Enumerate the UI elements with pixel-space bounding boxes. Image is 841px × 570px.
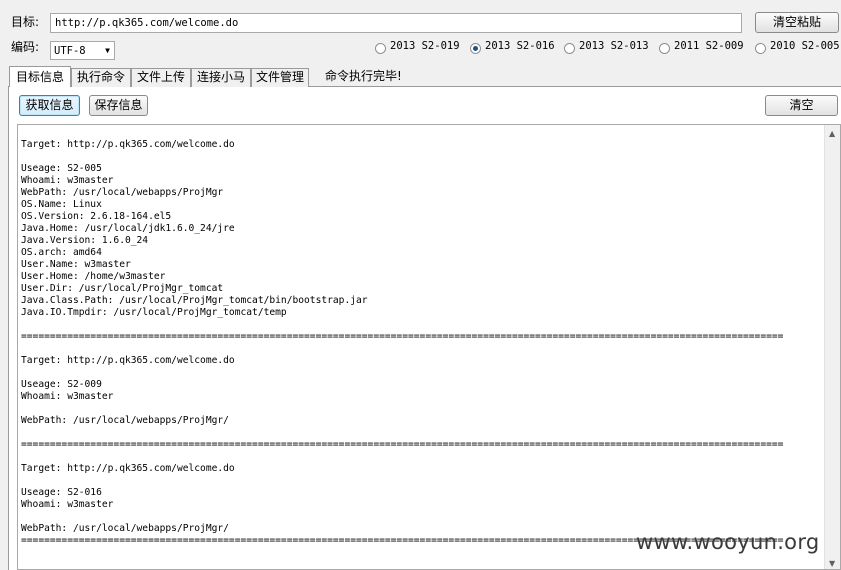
- radio-label: 2010 S2-005: [770, 40, 840, 52]
- get-info-button[interactable]: 获取信息: [19, 95, 80, 116]
- radio-indicator: [564, 43, 575, 54]
- output-line: User.Dir: /usr/local/ProjMgr_tomcat: [21, 283, 224, 294]
- radio-indicator: [755, 43, 766, 54]
- save-info-button[interactable]: 保存信息: [89, 95, 148, 116]
- output-line: Target: http://p.qk365.com/welcome.do: [21, 463, 235, 474]
- target-url-input[interactable]: http://p.qk365.com/welcome.do: [50, 13, 742, 33]
- scroll-up-arrow-icon[interactable]: ▲: [829, 129, 835, 138]
- output-line: OS.Version: 2.6.18-164.el5: [21, 211, 172, 222]
- status-text: 命令执行完毕!: [325, 69, 402, 83]
- encoding-select-value: UTF-8: [54, 45, 86, 57]
- output-line: Target: http://p.qk365.com/welcome.do: [21, 139, 235, 150]
- radio-indicator-checked: [470, 43, 481, 54]
- output-line: ========================================…: [21, 439, 784, 450]
- output-line: User.Name: w3master: [21, 259, 131, 270]
- target-label: 目标:: [11, 15, 40, 29]
- radio-indicator: [375, 43, 386, 54]
- tab-execute-command[interactable]: 执行命令: [71, 68, 131, 87]
- tab-file-manager[interactable]: 文件管理: [251, 68, 309, 87]
- output-line: Target: http://p.qk365.com/welcome.do: [21, 355, 235, 366]
- radio-label: 2013 S2-019: [390, 40, 460, 52]
- output-line: Whoami: w3master: [21, 499, 114, 510]
- watermark: www.wooyun.org: [636, 530, 820, 554]
- output-line: OS.arch: amd64: [21, 247, 102, 258]
- vertical-scrollbar[interactable]: ▲ ▼: [824, 125, 840, 569]
- output-line: WebPath: /usr/local/webapps/ProjMgr/: [21, 415, 229, 426]
- tab-file-upload[interactable]: 文件上传: [131, 68, 191, 87]
- output-line: OS.Name: Linux: [21, 199, 102, 210]
- chevron-down-icon: ▼: [105, 46, 110, 55]
- output-text: Target: http://p.qk365.com/welcome.do Use…: [21, 139, 821, 547]
- tab-target-info[interactable]: 目标信息: [9, 66, 71, 87]
- output-line: Java.Home: /usr/local/jdk1.6.0_24/jre: [21, 223, 235, 234]
- output-line: Useage: S2-009: [21, 379, 102, 390]
- output-textarea[interactable]: Target: http://p.qk365.com/welcome.do Use…: [17, 124, 841, 570]
- output-line: Whoami: w3master: [21, 175, 114, 186]
- output-line: Useage: S2-005: [21, 163, 102, 174]
- output-line: Useage: S2-016: [21, 487, 102, 498]
- clear-output-button[interactable]: 清空: [765, 95, 838, 116]
- radio-label: 2013 S2-013: [579, 40, 649, 52]
- encoding-select[interactable]: UTF-8 ▼: [50, 41, 115, 60]
- output-line: Java.Class.Path: /usr/local/ProjMgr_tomc…: [21, 295, 368, 306]
- output-line: User.Home: /home/w3master: [21, 271, 166, 282]
- output-line: WebPath: /usr/local/webapps/ProjMgr: [21, 187, 224, 198]
- output-line: Java.IO.Tmpdir: /usr/local/ProjMgr_tomca…: [21, 307, 287, 318]
- encoding-label: 编码:: [11, 40, 40, 54]
- output-line: ========================================…: [21, 331, 784, 342]
- clear-paste-button[interactable]: 清空粘贴: [755, 12, 839, 33]
- radio-indicator: [659, 43, 670, 54]
- output-line: Java.Version: 1.6.0_24: [21, 235, 149, 246]
- tab-connect-shell[interactable]: 连接小马: [191, 68, 251, 87]
- scroll-down-arrow-icon[interactable]: ▼: [829, 559, 835, 568]
- radio-label: 2013 S2-016: [485, 40, 555, 52]
- output-line: Whoami: w3master: [21, 391, 114, 402]
- radio-label: 2011 S2-009: [674, 40, 744, 52]
